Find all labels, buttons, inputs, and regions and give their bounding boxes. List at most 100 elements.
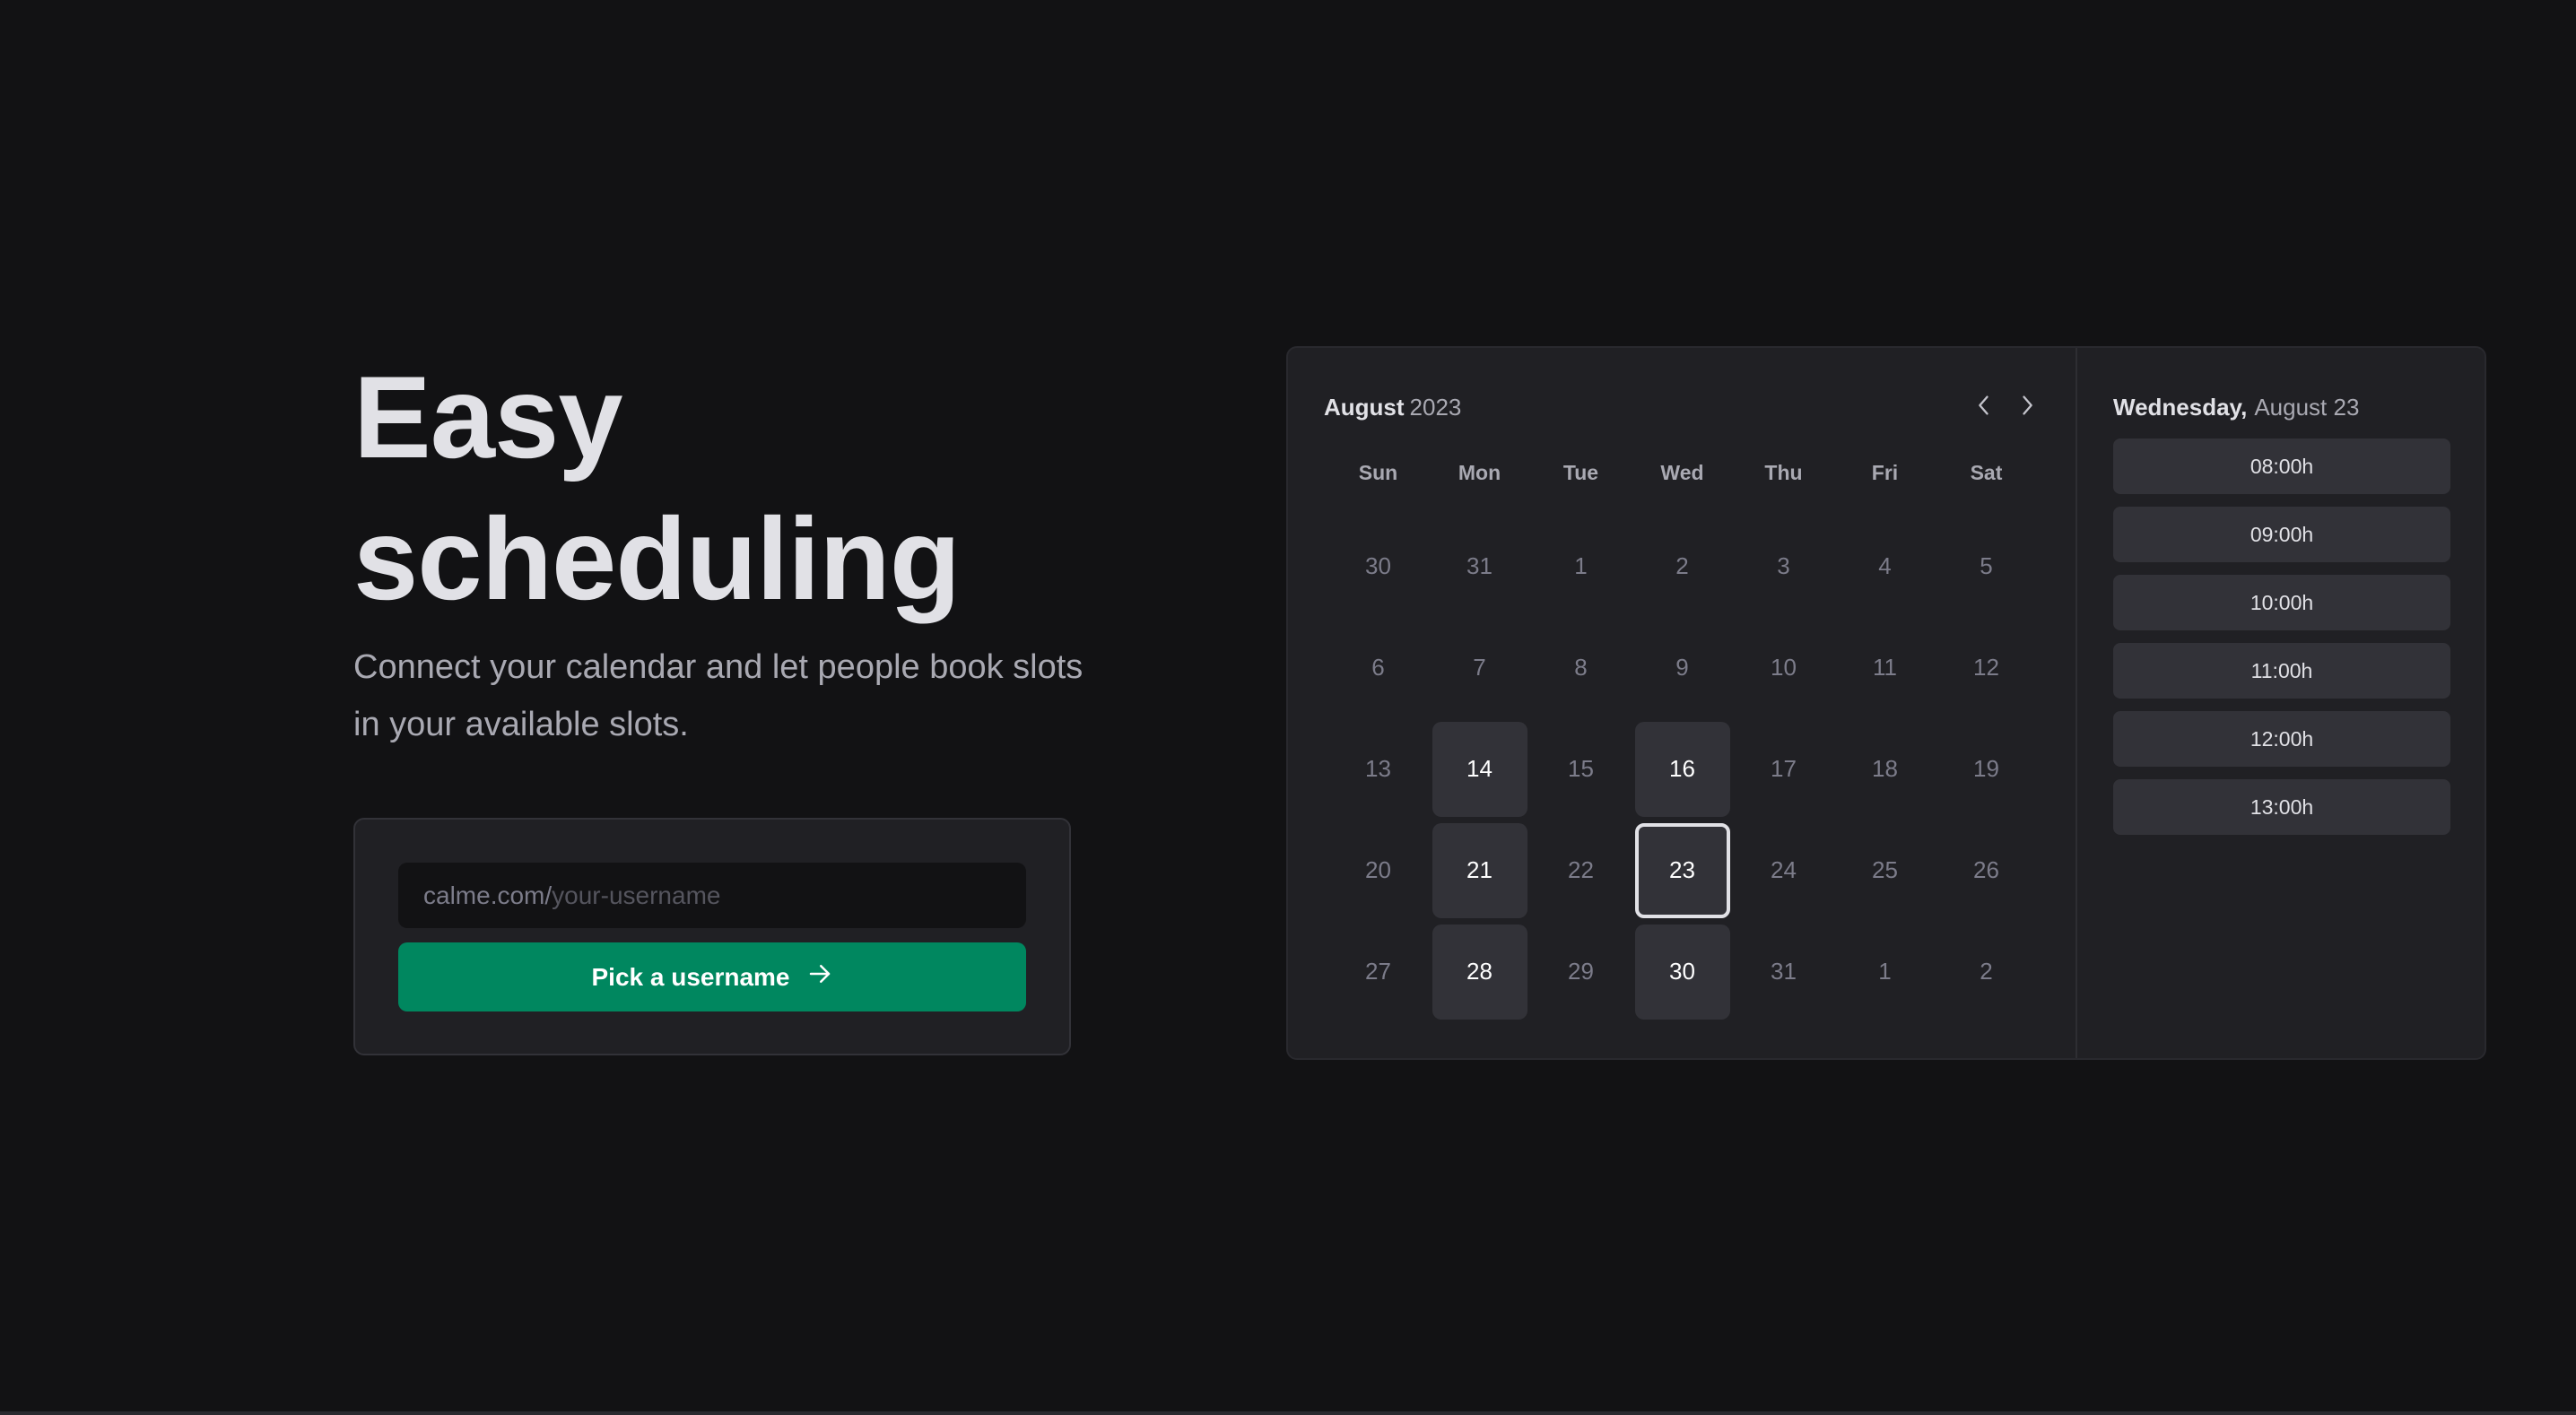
calendar-day-disabled: 11 [1838,621,1933,716]
time-picker-weekday: Wednesday, [2113,393,2248,421]
calendar-day-cell: 1 [1530,516,1632,617]
calendar-day-disabled: 27 [1331,925,1426,1020]
calendar-day-disabled: 24 [1736,823,1832,918]
calendar-header: August 2023 [1324,387,2041,427]
time-slot-button[interactable]: 10:00h [2113,575,2450,630]
calendar-day-cell: 2 [1632,516,1733,617]
calendar-day-disabled: 30 [1331,519,1426,614]
calendar-day-disabled: 4 [1838,519,1933,614]
calendar-day-cell: 9 [1632,617,1733,718]
calendar-day-available[interactable]: 28 [1432,924,1527,1020]
calendar-day-cell: 19 [1936,718,2037,820]
calendar-day-disabled: 9 [1635,621,1730,716]
calendar-day-cell: 8 [1530,617,1632,718]
calendar-day-disabled: 1 [1534,519,1629,614]
calendar-day-cell: 12 [1936,617,2037,718]
arrow-right-icon [806,960,833,994]
calendar-day-disabled: 25 [1838,823,1933,918]
weekday-label: Sun [1358,461,1398,484]
calendar-day-cell: 18 [1834,718,1936,820]
weekday-label: Mon [1458,461,1501,484]
calendar-day-disabled: 8 [1534,621,1629,716]
calendar-day-cell: 10 [1733,617,1834,718]
calendar-day-cell: 7 [1429,617,1530,718]
time-slot-button[interactable]: 12:00h [2113,711,2450,767]
calendar-day-cell: 23 [1632,820,1733,921]
calendar-card: August 2023 Sun Mon Tue Wed Thu Fri Sat 30 31 1 2 3… [1286,346,2486,1060]
calendar-day-available[interactable]: 16 [1634,721,1730,817]
time-slot-button[interactable]: 11:00h [2113,643,2450,699]
calendar-day-disabled: 20 [1331,823,1426,918]
calendar-day-cell: 16 [1632,718,1733,820]
calendar-nav [1971,391,2040,423]
username-input-prefix: calme.com/ [423,881,553,909]
calendar-day-disabled: 22 [1534,823,1629,918]
hero-section: Easy scheduling Connect your calendar an… [353,346,1089,753]
weekday-label: Fri [1871,461,1899,484]
weekday-label: Tue [1562,461,1599,484]
chevron-right-icon [2017,393,2037,422]
calendar-year: 2023 [1409,393,1462,421]
calendar-day-disabled: 12 [1939,621,2034,716]
calendar-month: August [1324,393,1405,421]
calendar-day-cell: 26 [1936,820,2037,921]
calendar-day-cell: 14 [1429,718,1530,820]
hero-title: Easy scheduling [353,346,1089,629]
calendar-day-selected[interactable]: 23 [1634,822,1730,918]
calendar-day-cell: 31 [1429,516,1530,617]
calendar-day-cell: 25 [1834,820,1936,921]
calendar-day-cell: 30 [1632,921,1733,1022]
calendar-day-disabled: 31 [1432,519,1527,614]
calendar-day-available[interactable]: 30 [1634,924,1730,1020]
time-slot-button[interactable]: 13:00h [2113,779,2450,835]
hero-title-line2: scheduling [353,493,961,624]
calendar-day-cell: 27 [1327,921,1429,1022]
calendar-day-cell: 6 [1327,617,1429,718]
weekday-label: Thu [1764,461,1803,484]
calendar-day-available[interactable]: 14 [1432,721,1527,817]
calendar-days-grid: 30 31 1 2 3 4 5 6 7 8 9 10 11 12 13 14 15 16 17 18 19 20 21 22 2… [1327,516,2037,1022]
calendar-day-disabled: 6 [1331,621,1426,716]
calendar-day-cell: 20 [1327,820,1429,921]
calendar-day-cell: 17 [1733,718,1834,820]
previous-month-button[interactable] [1971,391,1997,423]
username-input-placeholder: your-username [552,881,721,909]
claim-username-form: calme.com/ your-username Pick a username [353,818,1071,1055]
calendar-day-cell: 22 [1530,820,1632,921]
calendar-day-cell: 13 [1327,718,1429,820]
pick-username-button[interactable]: Pick a username [398,942,1026,1011]
calendar-day-cell: 5 [1936,516,2037,617]
weekday-label: Wed [1660,461,1704,484]
calendar-day-cell: 15 [1530,718,1632,820]
calendar-day-disabled: 7 [1432,621,1527,716]
calendar-title: August 2023 [1324,394,1461,421]
username-input[interactable]: calme.com/ your-username [398,863,1026,928]
time-slot-button[interactable]: 08:00h [2113,438,2450,494]
calendar-day-disabled: 2 [1635,519,1730,614]
calendar-day-disabled: 13 [1331,722,1426,817]
calendar-day-cell: 3 [1733,516,1834,617]
weekday-header-row: Sun Mon Tue Wed Thu Fri Sat [1327,461,2037,485]
time-slot-button[interactable]: 09:00h [2113,507,2450,562]
pick-username-label: Pick a username [591,962,790,991]
calendar-day-cell: 2 [1936,921,2037,1022]
calendar-day-cell: 1 [1834,921,1936,1022]
calendar-day-disabled: 17 [1736,722,1832,817]
calendar-day-disabled: 1 [1838,925,1933,1020]
calendar-day-disabled: 5 [1939,519,2034,614]
calendar-day-disabled: 15 [1534,722,1629,817]
hero-title-line1: Easy [353,352,623,482]
calendar-day-disabled: 18 [1838,722,1933,817]
next-month-button[interactable] [2015,391,2040,423]
calendar-day-cell: 31 [1733,921,1834,1022]
calendar-day-disabled: 19 [1939,722,2034,817]
page-bottom-edge [0,1411,2576,1415]
calendar-day-disabled: 3 [1736,519,1832,614]
calendar-day-cell: 11 [1834,617,1936,718]
calendar-day-available[interactable]: 21 [1432,822,1527,918]
calendar-day-cell: 24 [1733,820,1834,921]
calendar-day-cell: 29 [1530,921,1632,1022]
calendar-day-disabled: 10 [1736,621,1832,716]
weekday-label: Sat [1970,461,2003,484]
calendar-day-disabled: 29 [1534,925,1629,1020]
